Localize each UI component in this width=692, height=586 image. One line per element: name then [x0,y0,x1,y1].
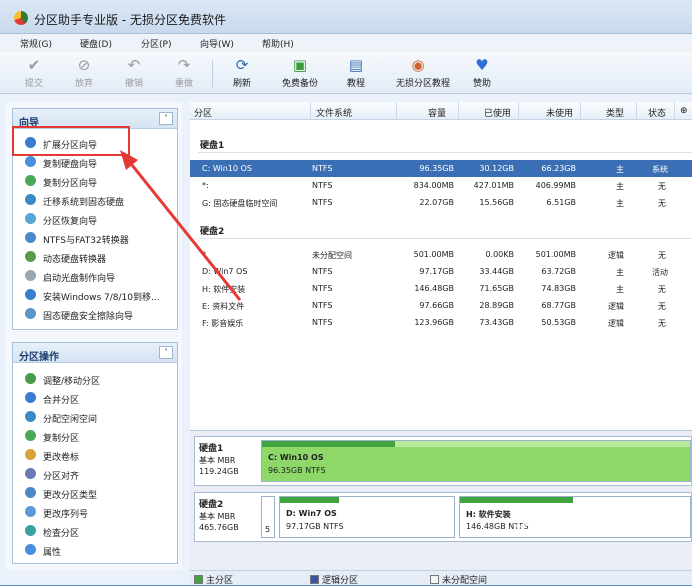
watermark-url: zhinan.sogou.com [522,528,604,538]
app-window: 分区助手专业版 - 无损分区免费软件 常规(G) 硬盘(D) 分区(P) 向导(… [0,0,692,586]
annotation-arrow [120,150,242,301]
watermark: 搜狗指南 [514,508,599,530]
